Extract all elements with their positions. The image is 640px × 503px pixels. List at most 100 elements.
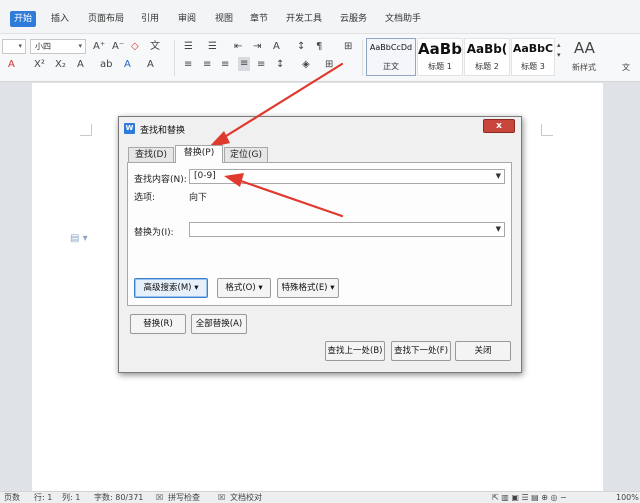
menu-section[interactable]: 章节 [250, 11, 268, 27]
highlight-icon[interactable]: ab [100, 58, 112, 72]
tab-goto[interactable]: 定位(G) [224, 147, 268, 163]
numbered-list-icon[interactable]: ☰ [208, 40, 217, 54]
style-heading-2[interactable]: AaBb( 标题 2 [464, 38, 510, 76]
show-marks-icon[interactable]: ¶ [316, 40, 322, 54]
find-previous-button[interactable]: 查找上一处(B) [325, 341, 385, 361]
grow-font-icon[interactable]: A⁺ [93, 40, 105, 54]
shrink-font-icon[interactable]: A⁻ [112, 40, 124, 54]
menu-start[interactable]: 开始 [10, 11, 37, 27]
menu-insert[interactable]: 插入 [51, 11, 69, 27]
subscript-icon[interactable]: X₂ [55, 58, 66, 72]
options-value: 向下 [189, 193, 208, 203]
replace-button[interactable]: 替换(R) [130, 314, 186, 334]
menu-bar: 开始 插入 页面布局 引用 审阅 视图 章节 开发工具 云服务 文档助手 [0, 0, 640, 34]
find-replace-dialog: W 查找和替换 x 查找(D) 替换(P) 定位(G) 查找内容(N): [0-… [118, 116, 522, 373]
ribbon-divider [362, 40, 363, 76]
text-tools-label[interactable]: 文 [622, 61, 630, 75]
chevron-down-icon: ▾ [194, 283, 199, 293]
font-shade-icon[interactable]: A [77, 58, 84, 72]
special-format-button[interactable]: 特殊格式(E) ▾ [277, 278, 339, 298]
style-sample: AaBbC [512, 42, 554, 55]
status-col: 列: 1 [62, 493, 81, 502]
close-icon[interactable]: x [483, 119, 515, 133]
status-proof[interactable]: 文档校对 [230, 492, 262, 503]
style-name: 标题 2 [475, 62, 499, 71]
style-sample: AaBbCcDd [369, 43, 413, 52]
ribbon-divider [174, 40, 175, 76]
advanced-search-button[interactable]: 高级搜索(M) ▾ [134, 278, 208, 298]
line-spacing-icon[interactable]: ↕ [276, 58, 284, 72]
border-icon[interactable]: ⊞ [325, 58, 333, 72]
find-next-button[interactable]: 查找下一处(F) [391, 341, 451, 361]
status-view-icons[interactable]: ⇱ ▥ ▣ ☰ ▤ ⊕ ◎ − [492, 492, 567, 503]
find-input[interactable]: [0-9] ▼ [189, 169, 505, 184]
close-button[interactable]: 关闭 [455, 341, 511, 361]
font-name-combo[interactable]: ▾ [2, 39, 26, 54]
increase-indent-icon[interactable]: ⇥ [253, 40, 261, 54]
tab-find[interactable]: 查找(D) [128, 147, 174, 163]
margin-mark [541, 124, 553, 136]
menu-cloud[interactable]: 云服务 [340, 11, 367, 27]
special-format-label: 特殊格式(E) [281, 283, 328, 293]
chevron-down-icon: ▾ [78, 42, 82, 50]
replace-panel: 查找内容(N): [0-9] ▼ 选项: 向下 替换为(I): ▼ 高级搜索(M… [127, 162, 512, 306]
font-size-combo[interactable]: 小四 ▾ [30, 39, 86, 54]
menu-references[interactable]: 引用 [141, 11, 159, 27]
paragraph-handle-icon[interactable]: ▤ ▾ [70, 233, 88, 244]
table-icon[interactable]: ⊞ [344, 40, 352, 54]
format-label: 格式(O) [225, 283, 256, 293]
chevron-down-icon: ▾ [330, 283, 335, 293]
style-normal[interactable]: AaBbCcDd 正文 [366, 38, 416, 76]
status-proof-icon[interactable]: ☒ [218, 492, 225, 503]
status-line: 行: 1 [34, 493, 53, 502]
replace-all-button[interactable]: 全部替换(A) [191, 314, 247, 334]
char-border-icon[interactable]: A [147, 58, 154, 72]
sort-icon[interactable]: ↕ [297, 40, 305, 54]
style-name: 标题 3 [521, 62, 545, 71]
status-words[interactable]: 字数: 80/371 [94, 492, 143, 503]
justify-icon[interactable]: ≡ [238, 57, 251, 71]
font-size-value: 小四 [35, 42, 51, 51]
bullet-list-icon[interactable]: ☰ [184, 40, 193, 54]
chevron-down-icon[interactable]: ▼ [496, 170, 501, 183]
menu-assistant[interactable]: 文档助手 [385, 11, 421, 27]
status-bar: 页数 行: 1 列: 1 字数: 80/371 ☒ 拼写检查 ☒ 文档校对 ⇱ … [0, 491, 640, 503]
font-color-icon[interactable]: A [124, 58, 131, 72]
align-center-icon[interactable]: ≡ [203, 58, 211, 72]
align-left-icon[interactable]: ≡ [184, 58, 192, 72]
menu-view[interactable]: 视图 [215, 11, 233, 27]
shading-icon[interactable]: ◈ [302, 58, 310, 72]
superscript-icon[interactable]: X² [34, 58, 45, 72]
status-zoom[interactable]: 100% [616, 492, 639, 503]
status-spell-icon[interactable]: ☒ [156, 492, 163, 503]
replace-input[interactable]: ▼ [189, 222, 505, 237]
style-heading-3[interactable]: AaBbC 标题 3 [511, 38, 555, 76]
margin-mark [80, 124, 92, 136]
distribute-icon[interactable]: ≡ [257, 58, 265, 72]
decrease-indent-icon[interactable]: ⇤ [234, 40, 242, 54]
menu-review[interactable]: 审阅 [178, 11, 196, 27]
align-right-icon[interactable]: ≡ [221, 58, 229, 72]
styles-more-icon[interactable]: ▴ ▾ [557, 40, 561, 59]
chinese-layout-icon[interactable]: A [273, 40, 280, 54]
style-name: 标题 1 [428, 62, 452, 71]
wps-writer-icon: W [124, 123, 135, 134]
format-button[interactable]: 格式(O) ▾ [217, 278, 271, 298]
status-spell[interactable]: 拼写检查 [168, 492, 200, 503]
new-style-label[interactable]: 新样式 [572, 61, 596, 75]
tab-replace[interactable]: 替换(P) [175, 145, 223, 163]
menu-page-layout[interactable]: 页面布局 [88, 11, 124, 27]
style-sample: AaBb( [466, 42, 508, 56]
find-value: [0-9] [194, 171, 216, 181]
pinyin-icon[interactable]: 文 [150, 40, 160, 54]
style-heading-1[interactable]: AaBb 标题 1 [417, 38, 463, 76]
new-style-icon[interactable]: AA [574, 38, 595, 58]
chevron-down-icon[interactable]: ▼ [496, 223, 501, 236]
style-name: 正文 [383, 62, 399, 71]
style-sample: AaBb [418, 40, 462, 58]
clear-format-icon[interactable]: ◇ [131, 40, 139, 54]
menu-developer[interactable]: 开发工具 [286, 11, 322, 27]
dialog-title-bar[interactable]: W 查找和替换 x [119, 117, 521, 139]
replace-label: 替换为(I): [134, 228, 174, 238]
text-effect-icon[interactable]: A [8, 58, 15, 72]
